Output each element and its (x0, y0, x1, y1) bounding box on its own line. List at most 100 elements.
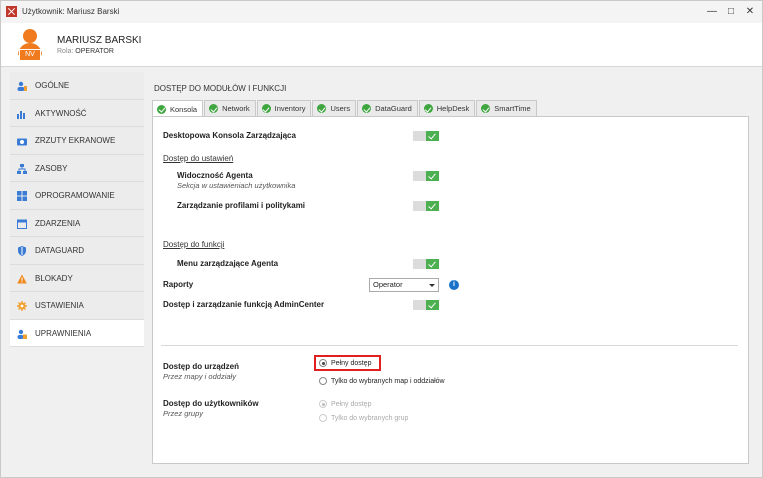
devices-selected-label: Tylko do wybranych map i oddziałów (331, 377, 445, 385)
divider (161, 345, 738, 346)
agent-visibility-sub: Sekcja w ustawieniach użytkownika (177, 181, 296, 190)
tab-users[interactable]: Users (312, 100, 357, 116)
chevron-down-icon (429, 284, 435, 287)
radio-icon (319, 377, 327, 385)
tab-label: Network (222, 104, 250, 113)
check-circle-icon (157, 104, 166, 114)
konsola-panel: Desktopowa Konsola Zarządzająca Dostęp d… (152, 116, 749, 464)
app-logo-icon (6, 6, 17, 17)
devices-access-label: Dostęp do urządzeń (163, 362, 240, 371)
tab-konsola[interactable]: Konsola (152, 100, 204, 117)
sidebar-item-label: ZASOBY (35, 163, 68, 173)
user-header: NV MARIUSZ BARSKI Rola: OPERATOR (1, 23, 762, 67)
reports-label: Raporty (163, 280, 194, 289)
users-access-sub: Przez grupy (163, 409, 204, 418)
settings-access-heading: Dostęp do ustawień (163, 154, 234, 163)
camera-icon (17, 138, 27, 146)
admincenter-toggle[interactable] (413, 300, 439, 310)
info-icon[interactable]: i (449, 280, 459, 290)
desktop-console-toggle[interactable] (413, 131, 439, 141)
check-circle-icon (362, 104, 372, 113)
tab-label: Konsola (170, 104, 198, 114)
tab-helpdesk[interactable]: HelpDesk (418, 100, 476, 116)
sidebar-item-label: ZRZUTY EKRANOWE (35, 136, 116, 145)
agent-menu-toggle[interactable] (413, 259, 439, 269)
admincenter-label: Dostęp i zarządzanie funkcją AdminCenter (163, 300, 325, 309)
role-value: OPERATOR (75, 48, 114, 55)
agent-menu-label: Menu zarządzające Agenta (177, 259, 279, 268)
sidebar-item-ustawienia[interactable]: USTAWIENIA (10, 292, 144, 320)
tab-dataguard[interactable]: DataGuard (357, 100, 418, 116)
users-selected-label: Tylko do wybranych grup (331, 414, 409, 422)
sidebar-item-dataguard[interactable]: DATAGUARD (10, 237, 144, 265)
tab-label: Inventory (274, 104, 306, 113)
sidebar-item-zrzuty-ekranowe[interactable]: ZRZUTY EKRANOWE (10, 127, 144, 155)
check-circle-icon (317, 104, 327, 113)
tab-network[interactable]: Network (204, 100, 256, 116)
gear-icon (17, 301, 27, 311)
sidebar-item-aktywnosc[interactable]: AKTYWNOŚĆ (10, 99, 144, 127)
tab-inventory[interactable]: Inventory (256, 100, 312, 116)
tab-label: Users (330, 104, 351, 113)
tab-label: HelpDesk (436, 104, 470, 113)
reports-select-value: Operator (373, 280, 403, 289)
check-circle-icon (261, 104, 271, 113)
sidebar-item-label: USTAWIENIA (35, 301, 84, 310)
title-bar: Użytkownik: Mariusz Barski — □ ✕ (1, 1, 762, 23)
devices-selected-radio[interactable]: Tylko do wybranych map i oddziałów (319, 377, 445, 385)
sidebar-item-label: AKTYWNOŚĆ (35, 108, 87, 118)
calendar-icon (17, 219, 27, 229)
devices-access-sub: Przez mapy i oddziały (163, 372, 236, 381)
agent-visibility-toggle[interactable] (413, 171, 439, 181)
sidebar: OGÓLNE AKTYWNOŚĆ ZRZUTY EKRANOWE ZASOBY … (10, 72, 144, 347)
module-tabs: Konsola Network Inventory Users DataGuar… (152, 100, 538, 117)
check-circle-icon (481, 104, 491, 113)
sidebar-item-label: OPROGRAMOWANIE (35, 191, 115, 200)
radio-checked-icon (319, 400, 327, 408)
tab-smarttime[interactable]: SmartTime (476, 100, 537, 116)
profiles-management-toggle[interactable] (413, 201, 439, 211)
sidebar-item-oprogramowanie[interactable]: OPROGRAMOWANIE (10, 182, 144, 210)
sidebar-item-uprawnienia[interactable]: UPRAWNIENIA (10, 319, 144, 347)
sidebar-item-blokady[interactable]: BLOKADY (10, 264, 144, 292)
sidebar-item-label: OGÓLNE (35, 81, 70, 90)
user-lock-icon (17, 329, 27, 339)
sidebar-item-label: BLOKADY (35, 273, 73, 283)
main-content: DOSTĘP DO MODUŁÓW I FUNKCJI Konsola Netw… (144, 72, 758, 470)
sidebar-item-label: DATAGUARD (35, 246, 85, 255)
check-circle-icon (209, 104, 219, 113)
role-label: Rola: (57, 48, 74, 55)
check-circle-icon (423, 104, 433, 113)
close-icon[interactable]: ✕ (743, 5, 757, 19)
radio-icon (319, 414, 327, 422)
devices-full-label: Pełny dostęp (331, 359, 372, 367)
reports-select[interactable]: Operator (369, 278, 439, 292)
avatar: NV (18, 29, 42, 62)
sidebar-item-zdarzenia[interactable]: ZDARZENIA (10, 209, 144, 237)
tab-label: DataGuard (375, 104, 412, 113)
users-full-label: Pełny dostęp (331, 400, 372, 408)
user-role: Rola: OPERATOR (57, 48, 114, 55)
user-icon (17, 81, 27, 91)
network-icon (17, 163, 27, 174)
minimize-icon[interactable]: — (705, 5, 719, 19)
desktop-console-label: Desktopowa Konsola Zarządzająca (163, 131, 296, 140)
sidebar-item-label: UPRAWNIENIA (35, 328, 92, 338)
software-icon (17, 191, 27, 201)
section-title: DOSTĘP DO MODUŁÓW I FUNKCJI (154, 84, 287, 93)
user-name: MARIUSZ BARSKI (57, 35, 142, 46)
warning-icon (17, 274, 27, 283)
radio-checked-icon (319, 359, 327, 367)
window-title: Użytkownik: Mariusz Barski (22, 7, 120, 16)
tab-label: SmartTime (494, 104, 531, 113)
sidebar-item-ogolne[interactable]: OGÓLNE (10, 72, 144, 100)
avatar-initials: NV (19, 49, 41, 61)
maximize-icon[interactable]: □ (724, 5, 738, 19)
devices-full-radio[interactable]: Pełny dostęp (319, 359, 371, 367)
functions-access-heading: Dostęp do funkcji (163, 240, 225, 249)
users-access-label: Dostęp do użytkowników (163, 399, 259, 408)
users-full-radio[interactable]: Pełny dostęp (319, 400, 371, 408)
users-selected-radio[interactable]: Tylko do wybranych grup (319, 414, 408, 422)
sidebar-item-zasoby[interactable]: ZASOBY (10, 154, 144, 182)
sidebar-item-label: ZDARZENIA (35, 218, 81, 228)
